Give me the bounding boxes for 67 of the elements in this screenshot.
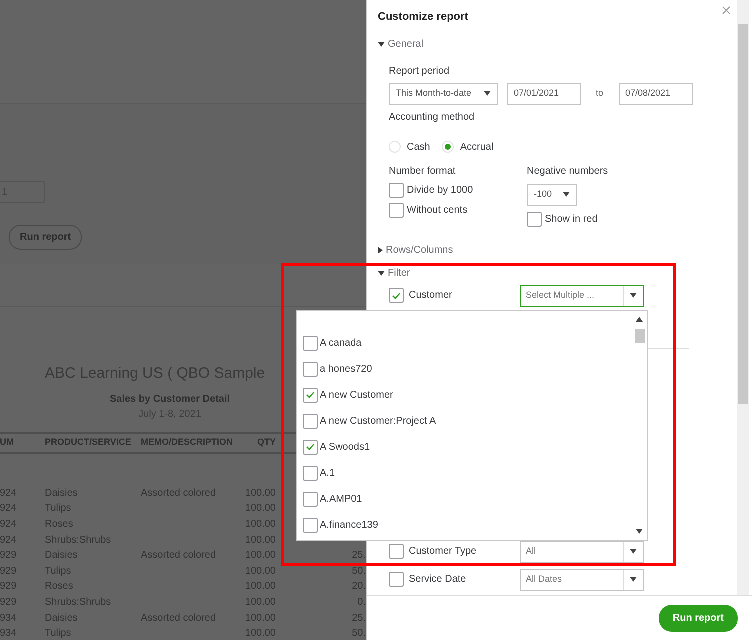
radio-label[interactable]: Cash — [407, 140, 430, 154]
checkbox[interactable] — [303, 466, 318, 480]
filter-label[interactable]: Customer — [404, 288, 520, 303]
report-period-select[interactable]: This Month-to-date — [389, 82, 498, 104]
option-label[interactable]: A Swoods1 — [320, 440, 370, 454]
negative-numbers-select[interactable]: -100 — [527, 184, 577, 206]
checkbox-label[interactable]: Show in red — [545, 212, 598, 226]
filter-select[interactable]: Select Multiple ... — [520, 284, 644, 306]
field-label: Number format — [389, 164, 457, 178]
checkbox[interactable] — [303, 362, 318, 376]
checkbox[interactable] — [303, 414, 318, 428]
checkbox[interactable] — [389, 288, 404, 303]
scroll-down-icon[interactable] — [636, 529, 643, 534]
caret-icon — [630, 549, 637, 554]
check-icon — [306, 443, 315, 451]
to-label: to — [596, 86, 604, 100]
filter-label[interactable]: Service Date — [404, 572, 520, 587]
option-label[interactable]: A new Customer — [320, 388, 394, 402]
scroll-up-icon[interactable] — [636, 317, 643, 322]
scrollbar-thumb[interactable] — [738, 24, 748, 404]
option-label[interactable]: A new Customer:Project A — [320, 414, 436, 428]
panel-title: Customize report — [378, 10, 468, 25]
scrollbar[interactable] — [737, 0, 749, 595]
close-icon[interactable] — [722, 6, 731, 15]
checkbox[interactable] — [389, 544, 404, 559]
filter-label[interactable]: Customer Type — [404, 544, 520, 559]
radio-dot-icon — [445, 144, 452, 150]
checkbox[interactable] — [303, 388, 318, 402]
select-value: This Month-to-date — [396, 86, 472, 100]
checkbox-label[interactable]: Divide by 1000 — [407, 182, 474, 198]
caret-icon — [630, 293, 637, 298]
filter-select[interactable]: All Dates — [520, 568, 644, 590]
radio-label[interactable]: Accrual — [460, 140, 494, 154]
select-value: -100 — [534, 188, 552, 201]
checkbox[interactable] — [303, 518, 318, 532]
check-icon — [392, 292, 401, 300]
check-icon — [306, 391, 315, 399]
scrollbar-thumb[interactable] — [635, 329, 645, 343]
checkbox[interactable] — [389, 572, 404, 587]
checkbox[interactable] — [303, 336, 318, 350]
field-label: Report period — [389, 64, 451, 78]
checkbox[interactable] — [389, 202, 404, 218]
section-header[interactable]: Rows/Columns — [386, 242, 454, 258]
option-label[interactable]: A canada — [320, 336, 362, 350]
caret-icon — [630, 577, 637, 582]
date-input[interactable]: 07/08/2021 — [618, 82, 693, 104]
caret-icon — [484, 91, 491, 96]
date-input[interactable]: 07/01/2021 — [507, 82, 581, 104]
checkbox[interactable] — [389, 182, 404, 198]
section-header[interactable]: General — [388, 36, 424, 52]
checkbox[interactable] — [303, 440, 318, 454]
radio-button[interactable] — [442, 141, 454, 153]
caret-icon[interactable] — [378, 270, 385, 276]
checkbox-label[interactable]: Without cents — [407, 202, 468, 218]
option-label[interactable]: a hones720 — [320, 362, 372, 376]
option-label[interactable]: A.AMP01 — [320, 492, 362, 506]
option-label[interactable]: A.1 — [320, 466, 336, 480]
caret-icon — [563, 192, 570, 197]
field-label: Accounting method — [389, 110, 476, 124]
radio-button[interactable] — [389, 141, 401, 153]
section-header[interactable]: Filter — [388, 266, 410, 280]
caret-icon[interactable] — [378, 246, 383, 254]
caret-icon[interactable] — [378, 42, 385, 46]
field-label: Negative numbers — [527, 164, 608, 178]
checkbox[interactable] — [527, 212, 542, 226]
checkbox[interactable] — [303, 492, 318, 506]
option-label[interactable]: A.finance139 — [320, 518, 378, 532]
